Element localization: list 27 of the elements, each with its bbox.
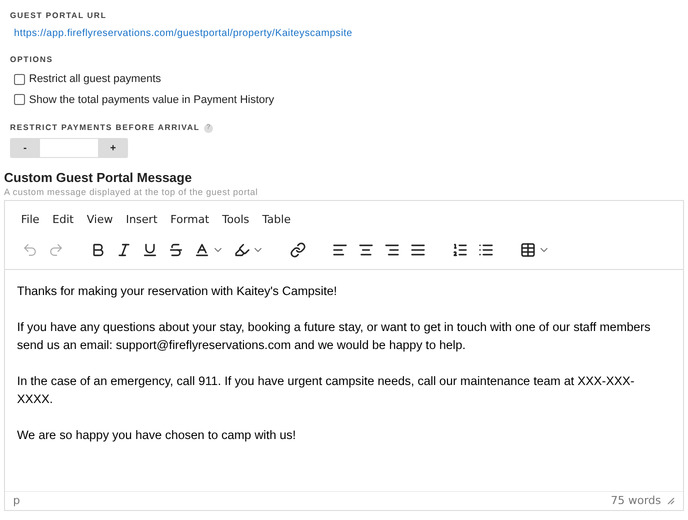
checkbox[interactable]: [14, 74, 25, 85]
option-label: Show the total payments value in Payment History: [29, 92, 274, 108]
increment-button[interactable]: +: [98, 138, 128, 158]
message-paragraph: If you have any questions about your stay, booking a future stay, or want to get in touch with one of our staff members send us an email: support@fireflyreservations.com and we would be happy to help.: [17, 318, 652, 354]
menu-item[interactable]: View: [86, 212, 113, 228]
section-label: OPTIONS: [10, 54, 54, 66]
option-label: Restrict all guest payments: [29, 72, 162, 87]
section-title: Custom Guest Portal Message: [4, 170, 193, 186]
menu-item[interactable]: Insert: [126, 212, 158, 228]
checkbox[interactable]: [14, 94, 25, 106]
portal-url-link[interactable]: https://app.fireflyreservations.com/guestportal/property/Kaiteyscampsite: [14, 26, 352, 41]
number-field[interactable]: [40, 138, 98, 158]
message-paragraph: Thanks for making your reservation with Kaitey's Campsite!: [17, 282, 338, 300]
menu-item[interactable]: Edit: [52, 212, 74, 228]
word-count: 75 words: [610, 492, 661, 509]
menu-item[interactable]: File: [21, 212, 40, 228]
menu-item[interactable]: Format: [170, 212, 210, 228]
decrement-button[interactable]: -: [10, 138, 40, 158]
message-paragraph: In the case of an emergency, call 911. If you have urgent campsite needs, call our maintenance team at XXX-XXX-XXXX.: [17, 372, 636, 408]
section-label: GUEST PORTAL URL: [10, 10, 108, 22]
section-description: A custom message displayed at the top of the guest portal: [4, 186, 259, 198]
resize-handle-icon[interactable]: [667, 497, 675, 505]
menu-item[interactable]: Tools: [222, 212, 250, 228]
section-label: RESTRICT PAYMENTS BEFORE ARRIVAL: [10, 122, 200, 134]
element-path: p: [13, 492, 20, 509]
message-paragraph: We are so happy you have chosen to camp with us!: [17, 426, 297, 444]
menu-item[interactable]: Table: [262, 212, 291, 228]
